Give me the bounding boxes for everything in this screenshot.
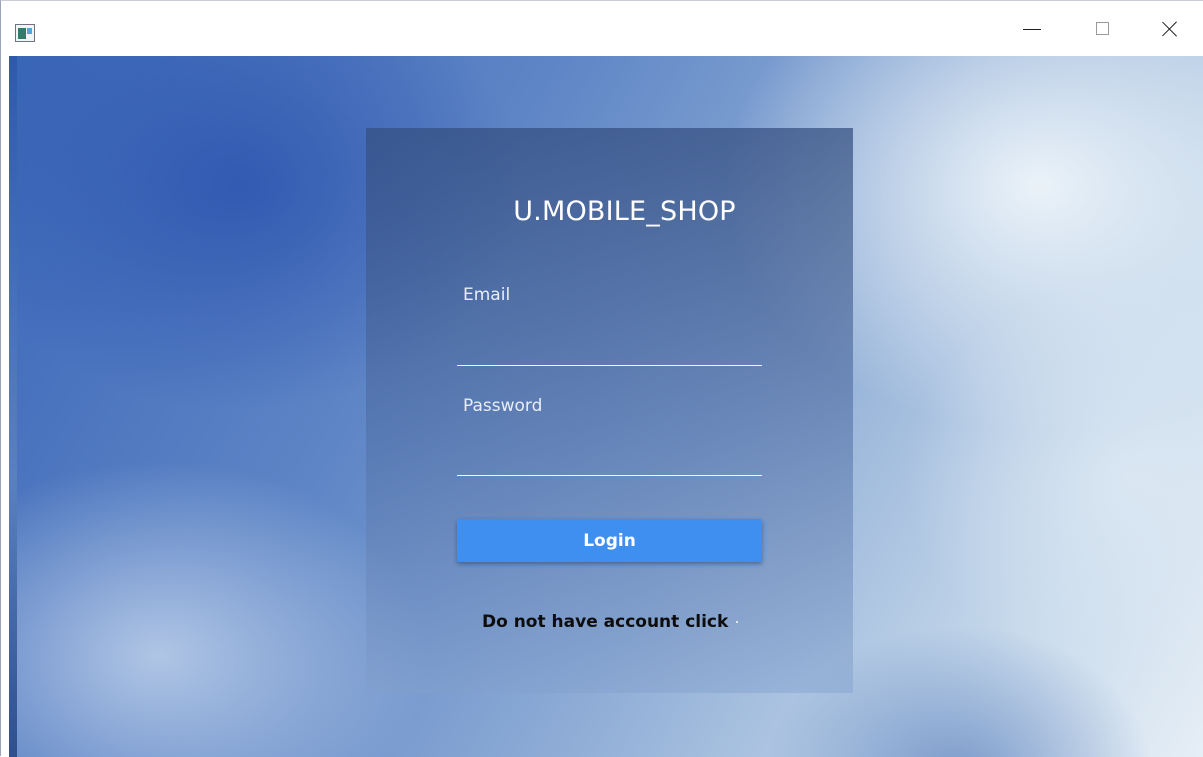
close-icon xyxy=(1162,21,1178,37)
background-edge xyxy=(9,56,17,757)
email-field[interactable] xyxy=(457,336,762,366)
app-window: U.MOBILE_SHOP Email Password Login Do no… xyxy=(0,0,1203,757)
app-icon-pane-right xyxy=(27,28,32,34)
maximize-icon xyxy=(1095,22,1109,35)
brand-title: U.MOBILE_SHOP xyxy=(513,196,736,227)
signup-link[interactable]: Do not have account click xyxy=(482,612,739,632)
minimize-button[interactable] xyxy=(997,1,1067,56)
email-label: Email xyxy=(463,285,511,305)
app-icon-pane-left xyxy=(18,28,26,39)
password-field[interactable] xyxy=(457,446,762,476)
app-icon[interactable] xyxy=(15,24,35,42)
background-canvas: U.MOBILE_SHOP Email Password Login Do no… xyxy=(9,56,1203,757)
login-button[interactable]: Login xyxy=(457,519,762,562)
maximize-button[interactable] xyxy=(1067,1,1137,56)
login-card: U.MOBILE_SHOP Email Password Login Do no… xyxy=(366,128,853,693)
title-bar[interactable] xyxy=(1,1,1203,56)
minimize-icon xyxy=(1023,29,1041,30)
close-button[interactable] xyxy=(1135,1,1203,56)
password-label: Password xyxy=(463,396,543,416)
signup-link-text: Do not have account click xyxy=(482,612,729,632)
signup-link-tail xyxy=(736,621,739,623)
